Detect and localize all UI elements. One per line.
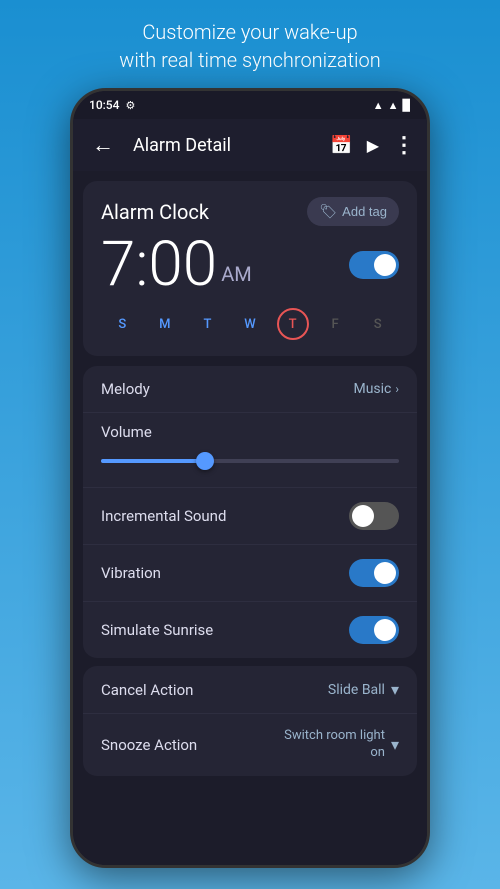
- nav-bar: ← Alarm Detail 📅 ▶ ⋮: [73, 119, 427, 171]
- alarm-name: Alarm Clock: [101, 200, 209, 224]
- tag-icon: 🏷: [319, 203, 337, 220]
- cancel-action-label: Cancel Action: [101, 681, 193, 699]
- incremental-sound-toggle[interactable]: [349, 502, 399, 530]
- cancel-action-value: Slide Ball: [328, 682, 385, 698]
- snooze-action-value: Switch room light: [284, 728, 385, 745]
- snooze-action-label: Snooze Action: [101, 736, 197, 754]
- day-thu[interactable]: T: [277, 308, 309, 340]
- header-text: Customize your wake-up with real time sy…: [79, 0, 421, 88]
- battery-icon: ▉: [403, 99, 411, 112]
- alarm-time[interactable]: 7:00: [101, 234, 217, 296]
- alarm-toggle[interactable]: [349, 251, 399, 279]
- phone-frame: 10:54 ⚙ ▲ ▲ ▉ ← Alarm Detail 📅 ▶ ⋮: [70, 88, 430, 868]
- back-button[interactable]: ←: [85, 132, 121, 158]
- cancel-action-dropdown-icon: ▾: [391, 680, 399, 699]
- calendar-button[interactable]: 📅: [330, 135, 352, 156]
- alarm-ampm: AM: [221, 262, 252, 286]
- day-mon[interactable]: M: [149, 308, 181, 340]
- snooze-action-dropdown-icon: ▾: [391, 735, 399, 754]
- actions-section: Cancel Action Slide Ball ▾ Snooze Action…: [83, 666, 417, 776]
- vibration-row: Vibration: [83, 545, 417, 602]
- nav-title: Alarm Detail: [133, 135, 322, 156]
- day-wed[interactable]: W: [234, 308, 266, 340]
- add-tag-button[interactable]: 🏷 Add tag: [307, 197, 399, 226]
- incremental-sound-label: Incremental Sound: [101, 507, 226, 525]
- wifi-icon: ▲: [373, 99, 384, 112]
- days-row: S M T W T F S: [101, 308, 399, 340]
- day-tue[interactable]: T: [191, 308, 223, 340]
- more-button[interactable]: ⋮: [393, 133, 415, 158]
- simulate-sunrise-toggle[interactable]: [349, 616, 399, 644]
- melody-row[interactable]: Melody Music ›: [83, 366, 417, 413]
- status-time: 10:54: [89, 98, 119, 112]
- volume-section: Volume: [83, 413, 417, 488]
- snooze-action-row[interactable]: Snooze Action Switch room light on ▾: [83, 714, 417, 776]
- snooze-action-subvalue: on: [284, 745, 385, 762]
- volume-slider-thumb[interactable]: [196, 452, 214, 470]
- alarm-card: Alarm Clock 🏷 Add tag 7:00 AM: [83, 181, 417, 356]
- melody-chevron-icon: ›: [395, 382, 399, 396]
- vibration-label: Vibration: [101, 564, 161, 582]
- melody-value: Music ›: [353, 381, 399, 397]
- cancel-action-row[interactable]: Cancel Action Slide Ball ▾: [83, 666, 417, 714]
- vibration-toggle[interactable]: [349, 559, 399, 587]
- day-fri[interactable]: F: [319, 308, 351, 340]
- simulate-sunrise-label: Simulate Sunrise: [101, 621, 213, 639]
- day-sun[interactable]: S: [106, 308, 138, 340]
- signal-icon: ▲: [388, 99, 399, 112]
- volume-label: Volume: [101, 423, 399, 441]
- melody-label: Melody: [101, 380, 150, 398]
- play-button[interactable]: ▶: [367, 136, 379, 155]
- settings-icon: ⚙: [125, 99, 135, 112]
- sound-settings-section: Melody Music › Volume: [83, 366, 417, 658]
- incremental-sound-row: Incremental Sound: [83, 488, 417, 545]
- status-bar: 10:54 ⚙ ▲ ▲ ▉: [73, 91, 427, 119]
- day-sat[interactable]: S: [362, 308, 394, 340]
- simulate-sunrise-row: Simulate Sunrise: [83, 602, 417, 658]
